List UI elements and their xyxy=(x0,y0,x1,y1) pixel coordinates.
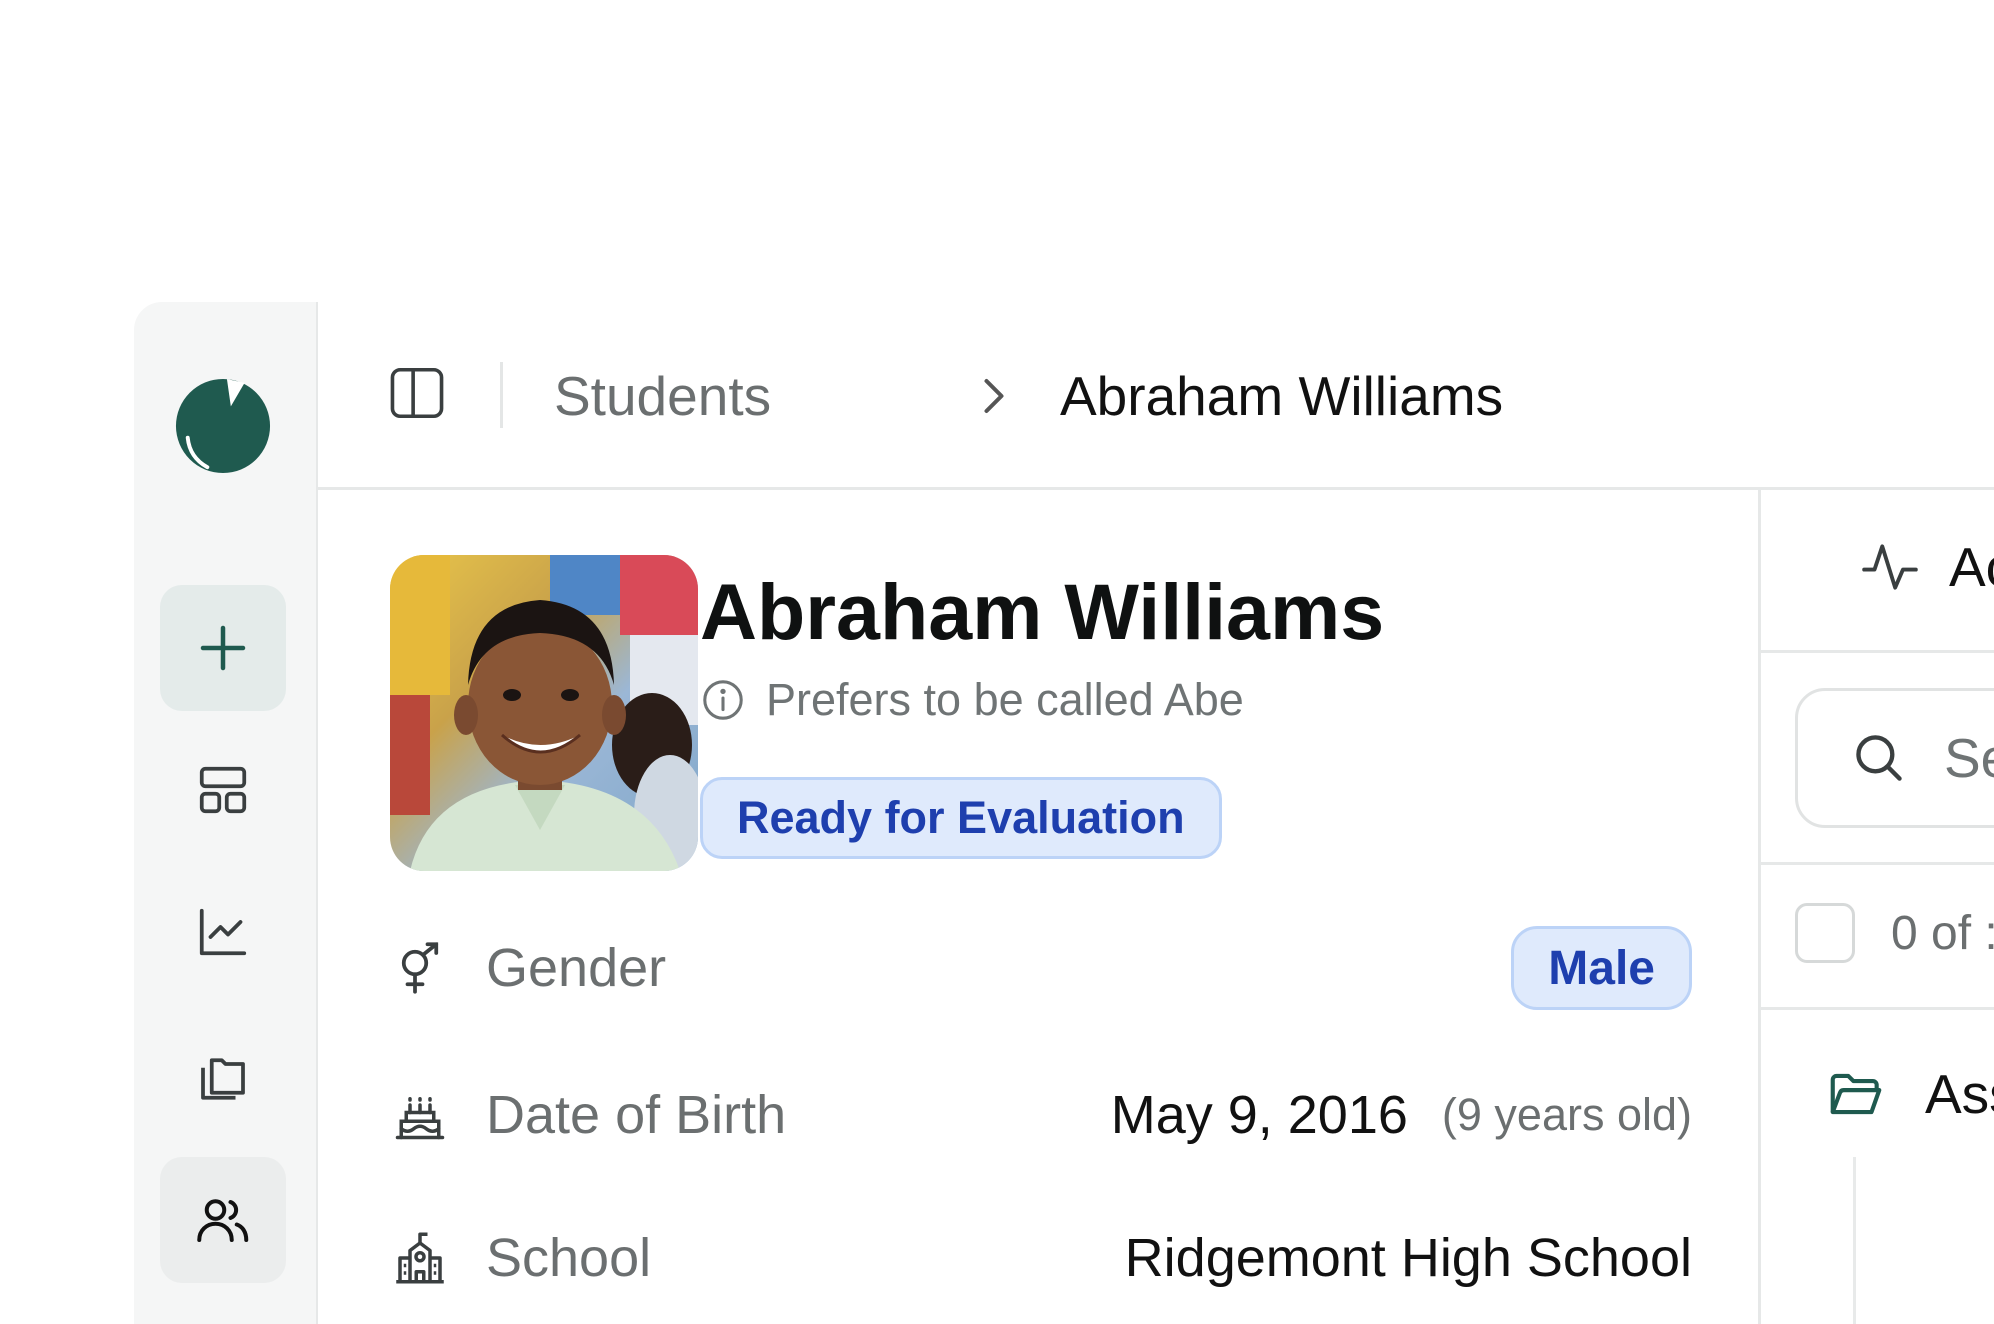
plus-icon xyxy=(200,625,246,671)
student-name: Abraham Williams xyxy=(700,567,1385,656)
sidebar xyxy=(134,302,318,1324)
folder-open-icon xyxy=(1830,1073,1882,1115)
dob-label: Date of Birth xyxy=(486,1085,787,1145)
cake-icon xyxy=(395,1097,445,1140)
divider xyxy=(1761,650,1994,653)
search-box[interactable] xyxy=(1795,688,1994,828)
sidebar-item-analytics[interactable] xyxy=(160,869,286,995)
search-input[interactable] xyxy=(1942,725,1994,791)
nickname-text: Prefers to be called Abe xyxy=(766,674,1244,725)
info-icon xyxy=(703,680,743,720)
line-chart-icon xyxy=(199,908,247,956)
selection-count: 0 of : xyxy=(1891,906,1994,960)
nickname-row: Prefers to be called Abe xyxy=(700,674,1244,726)
folder-item[interactable]: Ass xyxy=(1825,1062,1994,1126)
header-divider xyxy=(500,362,503,428)
sidebar-item-files[interactable] xyxy=(160,1011,286,1137)
tree-line xyxy=(1853,1157,1856,1324)
breadcrumb-students-link[interactable]: Students xyxy=(554,364,771,428)
gender-label: Gender xyxy=(486,938,667,998)
dob-row: Date of Birth May 9, 2016 (9 years old) xyxy=(390,1070,1692,1160)
student-profile: Abraham Williams Prefers to be called Ab… xyxy=(318,490,1758,1324)
student-photo xyxy=(390,555,698,871)
select-all-row: 0 of : xyxy=(1795,903,1994,963)
gender-badge: Male xyxy=(1511,926,1692,1010)
activity-panel: Ac 0 of : Ass xyxy=(1758,487,1994,1324)
gender-icon xyxy=(401,942,439,994)
panel-toggle-icon[interactable] xyxy=(386,362,448,424)
header: Students Abraham Williams xyxy=(318,302,1994,490)
divider xyxy=(1761,1007,1994,1010)
copy-stack-icon xyxy=(201,1058,245,1100)
breadcrumb-current: Abraham Williams xyxy=(1060,365,1504,427)
sidebar-item-dashboard[interactable] xyxy=(160,727,286,853)
layout-grid-icon xyxy=(199,766,247,814)
school-row: School Ridgemont High School xyxy=(390,1213,1692,1303)
age-text: (9 years old) xyxy=(1441,1089,1692,1140)
folder-label: Ass xyxy=(1925,1063,1994,1125)
chevron-right-icon xyxy=(984,379,1004,413)
gender-row: Gender Male xyxy=(390,923,1692,1013)
users-icon xyxy=(197,1199,249,1242)
status-badge[interactable]: Ready for Evaluation xyxy=(700,777,1222,859)
tab-activity[interactable]: Ac xyxy=(1859,535,1994,599)
app-window: Students Abraham Williams Abraham Willia… xyxy=(134,302,1994,1324)
activity-pulse-icon xyxy=(1862,544,1918,590)
tab-activity-label: Ac xyxy=(1949,536,1994,598)
select-all-checkbox[interactable] xyxy=(1795,903,1855,963)
sidebar-item-students[interactable] xyxy=(160,1157,286,1283)
divider xyxy=(1761,862,1994,865)
new-button[interactable] xyxy=(160,585,286,711)
search-icon xyxy=(1856,735,1902,781)
school-icon xyxy=(396,1232,444,1284)
school-value: Ridgemont High School xyxy=(1124,1228,1692,1288)
school-label: School xyxy=(486,1228,652,1288)
dob-value: May 9, 2016 xyxy=(1110,1085,1408,1145)
logo-icon[interactable] xyxy=(174,377,272,475)
